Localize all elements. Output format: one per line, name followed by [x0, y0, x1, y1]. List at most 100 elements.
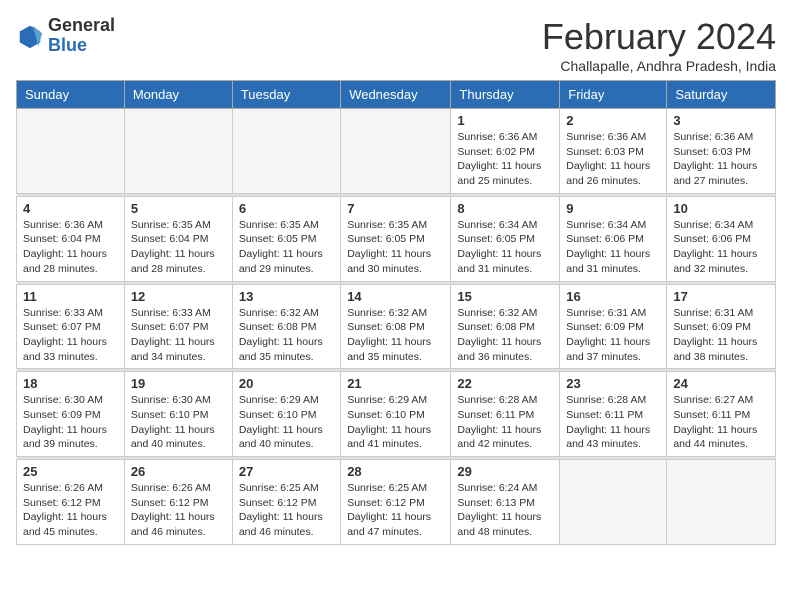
day-of-week-header: Sunday [17, 81, 125, 109]
day-number: 11 [23, 289, 118, 304]
calendar-day-cell: 10Sunrise: 6:34 AMSunset: 6:06 PMDayligh… [667, 196, 776, 281]
day-number: 18 [23, 376, 118, 391]
logo-icon [16, 22, 44, 50]
day-of-week-header: Thursday [451, 81, 560, 109]
calendar-day-cell: 7 Sunrise: 6:35 AMSunset: 6:05 PMDaylight… [341, 196, 451, 281]
calendar-day-cell: 15 Sunrise: 6:32 AMSunset: 6:08 PMDayligh… [451, 284, 560, 369]
day-info: Sunrise: 6:35 AMSunset: 6:05 PMDaylight:… [239, 218, 334, 277]
day-info: Sunrise: 6:27 AMSunset: 6:11 PMDaylight:… [673, 393, 769, 452]
day-info: Sunrise: 6:32 AMSunset: 6:08 PMDaylight:… [239, 306, 334, 365]
calendar-day-cell: 27Sunrise: 6:25 AMSunset: 6:12 PMDayligh… [232, 460, 340, 545]
day-of-week-header: Friday [560, 81, 667, 109]
calendar-day-cell [17, 109, 125, 194]
calendar-day-cell: 29 Sunrise: 6:24 AMSunset: 6:13 PMDayligh… [451, 460, 560, 545]
day-info: Sunrise: 6:35 AMSunset: 6:04 PMDaylight:… [131, 218, 226, 277]
calendar-day-cell: 9Sunrise: 6:34 AMSunset: 6:06 PMDaylight… [560, 196, 667, 281]
calendar-day-cell: 4 Sunrise: 6:36 AMSunset: 6:04 PMDaylight… [17, 196, 125, 281]
day-number: 17 [673, 289, 769, 304]
day-info: Sunrise: 6:26 AMSunset: 6:12 PMDaylight:… [23, 481, 118, 540]
day-number: 13 [239, 289, 334, 304]
calendar-table: SundayMondayTuesdayWednesdayThursdayFrid… [16, 80, 776, 545]
day-info: Sunrise: 6:30 AMSunset: 6:10 PMDaylight:… [131, 393, 226, 452]
calendar-day-cell: 13 Sunrise: 6:32 AMSunset: 6:08 PMDayligh… [232, 284, 340, 369]
calendar-day-cell: 24Sunrise: 6:27 AMSunset: 6:11 PMDayligh… [667, 372, 776, 457]
calendar-day-cell: 28 Sunrise: 6:25 AMSunset: 6:12 PMDayligh… [341, 460, 451, 545]
calendar-day-cell: 8 Sunrise: 6:34 AMSunset: 6:05 PMDaylight… [451, 196, 560, 281]
day-info: Sunrise: 6:24 AMSunset: 6:13 PMDaylight:… [457, 481, 553, 540]
calendar-week-row: 11 Sunrise: 6:33 AMSunset: 6:07 PMDayligh… [17, 284, 776, 369]
calendar-week-row: 1 Sunrise: 6:36 AMSunset: 6:02 PMDaylight… [17, 109, 776, 194]
day-of-week-header: Saturday [667, 81, 776, 109]
calendar-day-cell: 2 Sunrise: 6:36 AMSunset: 6:03 PMDaylight… [560, 109, 667, 194]
calendar-day-cell [667, 460, 776, 545]
calendar-day-cell: 20Sunrise: 6:29 AMSunset: 6:10 PMDayligh… [232, 372, 340, 457]
day-number: 16 [566, 289, 660, 304]
day-of-week-header: Monday [124, 81, 232, 109]
day-number: 27 [239, 464, 334, 479]
calendar-day-cell [232, 109, 340, 194]
day-number: 22 [457, 376, 553, 391]
day-info: Sunrise: 6:33 AMSunset: 6:07 PMDaylight:… [131, 306, 226, 365]
calendar-week-row: 4 Sunrise: 6:36 AMSunset: 6:04 PMDaylight… [17, 196, 776, 281]
day-info: Sunrise: 6:26 AMSunset: 6:12 PMDaylight:… [131, 481, 226, 540]
calendar-day-cell: 25Sunrise: 6:26 AMSunset: 6:12 PMDayligh… [17, 460, 125, 545]
day-number: 2 [566, 113, 660, 128]
location-subtitle: Challapalle, Andhra Pradesh, India [542, 58, 776, 74]
day-of-week-header: Tuesday [232, 81, 340, 109]
day-info: Sunrise: 6:34 AMSunset: 6:05 PMDaylight:… [457, 218, 553, 277]
day-info: Sunrise: 6:25 AMSunset: 6:12 PMDaylight:… [347, 481, 444, 540]
page-header: General Blue February 2024 Challapalle, … [16, 16, 776, 74]
day-number: 10 [673, 201, 769, 216]
calendar-day-cell: 23 Sunrise: 6:28 AMSunset: 6:11 PMDayligh… [560, 372, 667, 457]
day-number: 14 [347, 289, 444, 304]
day-info: Sunrise: 6:28 AMSunset: 6:11 PMDaylight:… [566, 393, 660, 452]
calendar-day-cell: 1 Sunrise: 6:36 AMSunset: 6:02 PMDaylight… [451, 109, 560, 194]
day-number: 3 [673, 113, 769, 128]
logo-blue-text: Blue [48, 36, 115, 56]
calendar-week-row: 18Sunrise: 6:30 AMSunset: 6:09 PMDayligh… [17, 372, 776, 457]
logo-general-text: General [48, 16, 115, 36]
logo-text: General Blue [48, 16, 115, 56]
day-number: 7 [347, 201, 444, 216]
calendar-day-cell [341, 109, 451, 194]
day-number: 28 [347, 464, 444, 479]
day-info: Sunrise: 6:36 AMSunset: 6:04 PMDaylight:… [23, 218, 118, 277]
calendar-day-cell: 12Sunrise: 6:33 AMSunset: 6:07 PMDayligh… [124, 284, 232, 369]
month-title: February 2024 [542, 16, 776, 58]
day-number: 6 [239, 201, 334, 216]
day-number: 15 [457, 289, 553, 304]
day-info: Sunrise: 6:33 AMSunset: 6:07 PMDaylight:… [23, 306, 118, 365]
day-info: Sunrise: 6:31 AMSunset: 6:09 PMDaylight:… [673, 306, 769, 365]
calendar-day-cell: 18Sunrise: 6:30 AMSunset: 6:09 PMDayligh… [17, 372, 125, 457]
day-of-week-header: Wednesday [341, 81, 451, 109]
calendar-day-cell: 11 Sunrise: 6:33 AMSunset: 6:07 PMDayligh… [17, 284, 125, 369]
day-info: Sunrise: 6:32 AMSunset: 6:08 PMDaylight:… [347, 306, 444, 365]
calendar-day-cell: 21Sunrise: 6:29 AMSunset: 6:10 PMDayligh… [341, 372, 451, 457]
day-info: Sunrise: 6:36 AMSunset: 6:03 PMDaylight:… [673, 130, 769, 189]
calendar-header-row: SundayMondayTuesdayWednesdayThursdayFrid… [17, 81, 776, 109]
calendar-week-row: 25Sunrise: 6:26 AMSunset: 6:12 PMDayligh… [17, 460, 776, 545]
calendar-day-cell [124, 109, 232, 194]
day-info: Sunrise: 6:29 AMSunset: 6:10 PMDaylight:… [347, 393, 444, 452]
day-info: Sunrise: 6:36 AMSunset: 6:03 PMDaylight:… [566, 130, 660, 189]
day-number: 1 [457, 113, 553, 128]
day-number: 4 [23, 201, 118, 216]
day-number: 9 [566, 201, 660, 216]
calendar-day-cell: 5Sunrise: 6:35 AMSunset: 6:04 PMDaylight… [124, 196, 232, 281]
day-info: Sunrise: 6:36 AMSunset: 6:02 PMDaylight:… [457, 130, 553, 189]
calendar-day-cell: 22 Sunrise: 6:28 AMSunset: 6:11 PMDayligh… [451, 372, 560, 457]
calendar-day-cell: 16Sunrise: 6:31 AMSunset: 6:09 PMDayligh… [560, 284, 667, 369]
calendar-day-cell: 6 Sunrise: 6:35 AMSunset: 6:05 PMDaylight… [232, 196, 340, 281]
day-number: 8 [457, 201, 553, 216]
day-info: Sunrise: 6:35 AMSunset: 6:05 PMDaylight:… [347, 218, 444, 277]
day-info: Sunrise: 6:28 AMSunset: 6:11 PMDaylight:… [457, 393, 553, 452]
day-info: Sunrise: 6:32 AMSunset: 6:08 PMDaylight:… [457, 306, 553, 365]
calendar-day-cell: 26 Sunrise: 6:26 AMSunset: 6:12 PMDayligh… [124, 460, 232, 545]
day-number: 29 [457, 464, 553, 479]
day-number: 26 [131, 464, 226, 479]
day-number: 19 [131, 376, 226, 391]
calendar-day-cell: 19 Sunrise: 6:30 AMSunset: 6:10 PMDayligh… [124, 372, 232, 457]
day-number: 23 [566, 376, 660, 391]
calendar-day-cell: 17 Sunrise: 6:31 AMSunset: 6:09 PMDayligh… [667, 284, 776, 369]
day-number: 20 [239, 376, 334, 391]
